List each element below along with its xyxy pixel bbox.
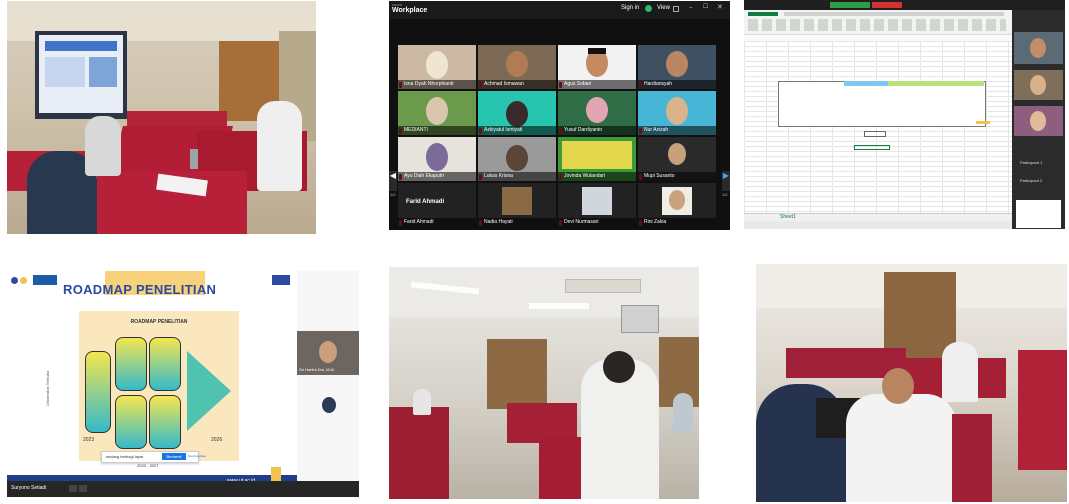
active-speaker-name: Farid Ahmadi [406,199,445,205]
table-left [389,407,449,499]
participant-tile[interactable]: Nur Azizah [638,91,716,135]
projector [621,305,659,333]
year-start: 2023 [83,437,95,443]
bottom-name: Suryono Setiadi [11,485,47,491]
security-shield-icon[interactable] [645,5,652,12]
side-name-2: Participant 2 [1020,178,1043,183]
participant-avatar[interactable] [322,397,336,413]
roadmap-block [149,395,181,449]
participant-tile[interactable]: Agus Sobari [558,45,636,89]
view-grid-icon[interactable] [673,6,679,12]
participant-tile-active[interactable]: Farid Ahmadi Farid Ahmadi [398,183,476,227]
seated-man-head [882,368,914,404]
roadmap-panel: ROADMAP PENELITIAN 2023 2026 [79,311,239,461]
participant-tile[interactable]: Isna Dyah Nhorphianti [398,45,476,89]
excel-window: Sheet1 Participant 1 Participant 2 [744,0,1065,229]
taskbar-top [744,0,1065,10]
participant-tile[interactable]: Mupi Susanto [638,137,716,181]
side-video-2[interactable] [1014,70,1063,100]
prev-page-icon[interactable]: ◀ [389,171,397,191]
minimize-icon[interactable]: – [689,3,693,11]
participant-tile[interactable]: Hardiansyah [638,45,716,89]
spreadsheet-grid[interactable] [744,41,1012,213]
participant-tile[interactable]: Azkiyatul Ismiyati [478,91,556,135]
seated-man-shirt [846,394,956,502]
table-right [1018,350,1067,470]
attendee-right [257,101,302,191]
zoom-titlebar: zoom Workplace Sign in View – ☐ ✕ [389,1,730,19]
zoom-window: zoom Workplace Sign in View – ☐ ✕ ◀ 1/2 … [389,1,730,230]
next-page-icon[interactable]: ▶ [722,171,730,191]
participant-tile[interactable]: Devi Nurmasari [558,183,636,227]
participant-tile[interactable]: Jovinda Wulandari [558,137,636,181]
video-sidebar: Participant 1 Participant 2 [1012,10,1065,229]
participant-tile[interactable]: Nadia Hayati [478,183,556,227]
status-bar [744,221,1012,229]
meeting-bottom-bar: Suryono Setiadi [7,481,359,497]
chair [952,414,992,502]
participant-column: Sri Hartini Drs, M.M. [297,271,359,489]
sign-in-link[interactable]: Sign in [621,5,639,11]
hide-button[interactable]: Sembunyikan [188,454,206,458]
ceiling-light [529,303,589,309]
side-name-1: Participant 1 [1020,160,1043,165]
stop-share-button[interactable]: Berhenti [162,453,186,460]
side-panel-white [1016,200,1061,228]
meeting-room-photo-1 [7,1,316,234]
prev-page-indicator: 1/2 [390,192,396,197]
close-icon[interactable]: ✕ [717,3,723,11]
maximize-icon[interactable]: ☐ [703,3,708,10]
participant-tile[interactable]: Yusuf Dardiyanto [558,91,636,135]
speaker-label: Sri Hartini Drs, M.M. [299,367,335,372]
slide-title: ROADMAP PENELITIAN [63,282,217,297]
side-video-1[interactable] [1014,32,1063,64]
camera-icon[interactable] [79,485,87,492]
curtain [487,339,547,409]
brand-badge [33,275,57,285]
sheet-tab[interactable]: Sheet1 [780,214,796,220]
thermos [190,149,198,169]
roadmap-pillar [85,351,111,433]
projector-screen [39,35,123,113]
meeting-room-photo-3 [756,264,1067,502]
view-button[interactable]: View [657,5,670,11]
participant-tile[interactable]: MEDIANTI [398,91,476,135]
share-notice-text: sedang berbagi layar [106,454,144,459]
logo-icon [20,277,27,284]
mic-icon[interactable] [69,485,77,492]
logo-icon [11,277,18,284]
attendee-middle [942,342,978,402]
side-video-3[interactable] [1014,106,1063,136]
corner-block [272,275,290,285]
year-range: 2023 - 2027 [137,463,159,468]
participant-tile[interactable]: Achmad Ismawan [478,45,556,89]
roadmap-arrow [187,351,231,431]
meeting-room-photo-2 [389,267,699,499]
participant-tile[interactable]: Rini Zakia [638,183,716,227]
roadmap-inner-title: ROADMAP PENELITIAN [130,319,188,325]
presentation-share-window: ROADMAP PENELITIAN Universitas Terbuka R… [7,271,359,497]
participant-tile[interactable]: Ayu Diah Ekaputri [398,137,476,181]
participant-tile[interactable]: Lukas Krisna [478,137,556,181]
presenter-head [603,351,635,383]
roadmap-block [115,395,147,449]
attendee-back [85,116,121,176]
excel-ribbon[interactable] [744,10,1012,35]
side-vertical-label: Universitas Terbuka [45,371,50,407]
next-page-indicator: 1/2 [722,192,728,197]
attendee-right [673,393,693,433]
roadmap-block [149,337,181,391]
share-notice-bar: sedang berbagi layar Berhenti Sembunyika… [101,451,206,463]
year-end: 2026 [211,437,223,443]
roadmap-block [115,337,147,391]
ac-unit [565,279,641,293]
slide: ROADMAP PENELITIAN Universitas Terbuka R… [7,271,297,489]
attendee-left [413,389,431,415]
speaker-video[interactable]: Sri Hartini Drs, M.M. [297,331,359,375]
zoom-app-title: Workplace [392,7,428,14]
